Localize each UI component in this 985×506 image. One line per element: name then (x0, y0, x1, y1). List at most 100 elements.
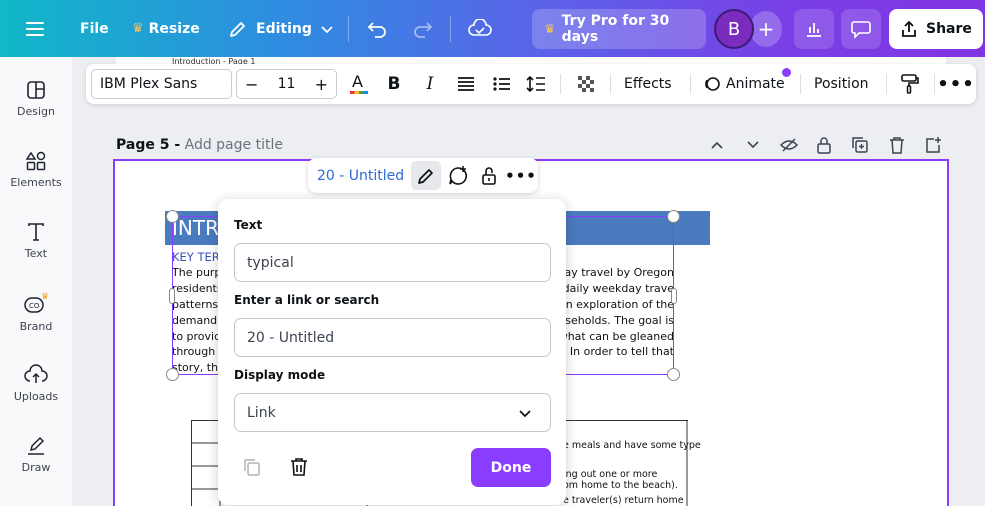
font-family-dropdown[interactable]: IBM Plex Sans (91, 69, 232, 99)
text-icon (28, 223, 44, 241)
move-page-up-button[interactable] (706, 134, 728, 156)
avatar[interactable]: B (714, 9, 754, 49)
side-resize-handle[interactable] (169, 288, 175, 304)
position-button[interactable]: Position (814, 64, 869, 104)
chevron-down-icon (747, 141, 759, 149)
save-status-button[interactable] (468, 0, 492, 57)
text-color-button[interactable]: A (346, 64, 372, 104)
bar-chart-icon (807, 23, 821, 37)
crown-icon: ♛ (544, 21, 556, 37)
table-cell-text: ing out one or more (563, 469, 658, 480)
italic-button[interactable]: I (418, 64, 442, 104)
transparency-icon (578, 76, 594, 92)
side-resize-handle[interactable] (671, 288, 677, 304)
linked-element-name[interactable]: 20 - Untitled (317, 158, 404, 193)
trash-icon (291, 458, 307, 476)
file-label: File (80, 20, 109, 37)
redo-icon (414, 21, 433, 38)
svg-text:A: A (352, 72, 363, 91)
invite-button[interactable]: + (750, 11, 782, 47)
font-size-value[interactable]: 11 (278, 76, 296, 92)
lock-icon (817, 137, 831, 154)
add-page-title-input[interactable]: Add page title (185, 137, 283, 153)
remove-link-button[interactable] (290, 457, 308, 477)
sidebar: Design Elements Text CO ♛ Brand Uploads (0, 57, 72, 506)
copy-link-button[interactable] (242, 457, 262, 477)
format-toolbar: IBM Plex Sans − 11 + A B I Effects Anima… (86, 64, 976, 104)
resize-handle[interactable] (667, 210, 680, 223)
italic-icon: I (426, 74, 434, 94)
line-spacing-icon (526, 75, 545, 93)
lock-page-button[interactable] (813, 134, 835, 156)
table-cell-text: e meals and have some type (563, 440, 701, 451)
divider (934, 74, 935, 94)
sidebar-item-label: Text (24, 247, 48, 260)
sidebar-item-uploads[interactable]: Uploads (0, 364, 72, 424)
copy-style-button[interactable] (898, 64, 922, 104)
transparency-button[interactable] (574, 64, 598, 104)
increase-size-button[interactable]: + (315, 75, 328, 94)
align-button[interactable] (454, 64, 478, 104)
divider (560, 74, 561, 94)
add-page-button[interactable] (922, 134, 944, 156)
resize-button[interactable]: ♛ Resize (132, 0, 200, 57)
sidebar-item-elements[interactable]: Elements (0, 150, 72, 210)
link-url-input[interactable]: 20 - Untitled (234, 318, 551, 357)
lock-button[interactable] (474, 161, 504, 190)
decrease-size-button[interactable]: − (245, 75, 258, 94)
bold-button[interactable]: B (382, 64, 406, 104)
spacing-button[interactable] (524, 64, 548, 104)
file-menu[interactable]: File (80, 0, 109, 57)
trash-icon (890, 137, 904, 154)
resize-handle[interactable] (667, 368, 680, 381)
display-mode-select[interactable]: Link (234, 393, 551, 432)
page-number: Page 5 - (116, 137, 181, 153)
menu-button[interactable] (24, 0, 46, 57)
share-button[interactable]: Share (889, 9, 983, 49)
done-button[interactable]: Done (471, 448, 551, 487)
text-field-label: Text (234, 218, 263, 232)
comments-button[interactable] (841, 9, 881, 49)
list-button[interactable] (490, 64, 514, 104)
chevron-down-icon (519, 409, 531, 417)
editing-label: Editing (256, 20, 312, 37)
sidebar-item-design[interactable]: Design (0, 79, 72, 139)
animate-button[interactable]: Animate (702, 64, 785, 104)
sidebar-item-draw[interactable]: Draw (0, 435, 72, 495)
sidebar-item-brand[interactable]: CO ♛ Brand (0, 292, 72, 352)
sidebar-item-label: Elements (10, 176, 62, 189)
comment-button[interactable] (443, 161, 473, 190)
try-pro-button[interactable]: ♛ Try Pro for 30 days (532, 9, 706, 49)
insights-button[interactable] (794, 9, 834, 49)
more-options-button[interactable]: ••• (937, 64, 974, 104)
display-mode-label: Display mode (234, 368, 326, 382)
edit-link-button[interactable] (411, 161, 441, 190)
sidebar-item-text[interactable]: Text (0, 221, 72, 281)
text-color-icon: A (350, 72, 368, 94)
font-family-value: IBM Plex Sans (100, 76, 198, 92)
redo-button[interactable] (412, 0, 434, 57)
resize-handle[interactable] (166, 210, 179, 223)
move-page-down-button[interactable] (742, 134, 764, 156)
undo-icon (367, 21, 386, 38)
more-options-button[interactable]: ••• (505, 161, 536, 190)
animate-label: Animate (726, 76, 785, 92)
align-justify-icon (458, 77, 474, 91)
avatar-initial: B (727, 18, 741, 40)
try-pro-label: Try Pro for 30 days (561, 13, 670, 45)
more-icon: ••• (937, 73, 975, 95)
link-text-input[interactable]: typical (234, 243, 551, 282)
editing-dropdown[interactable]: Editing (228, 0, 334, 57)
undo-button[interactable] (366, 0, 388, 57)
divider (886, 74, 887, 94)
divider (690, 74, 691, 94)
font-size-stepper: − 11 + (236, 69, 337, 99)
effects-button[interactable]: Effects (624, 64, 672, 104)
resize-handle[interactable] (166, 368, 179, 381)
link-panel: Text typical Enter a link or search 20 -… (218, 199, 566, 505)
delete-page-button[interactable] (886, 134, 908, 156)
resize-label: Resize (148, 20, 200, 37)
duplicate-page-button[interactable] (849, 134, 871, 156)
hide-page-button[interactable] (778, 134, 800, 156)
eye-off-icon (779, 138, 799, 152)
